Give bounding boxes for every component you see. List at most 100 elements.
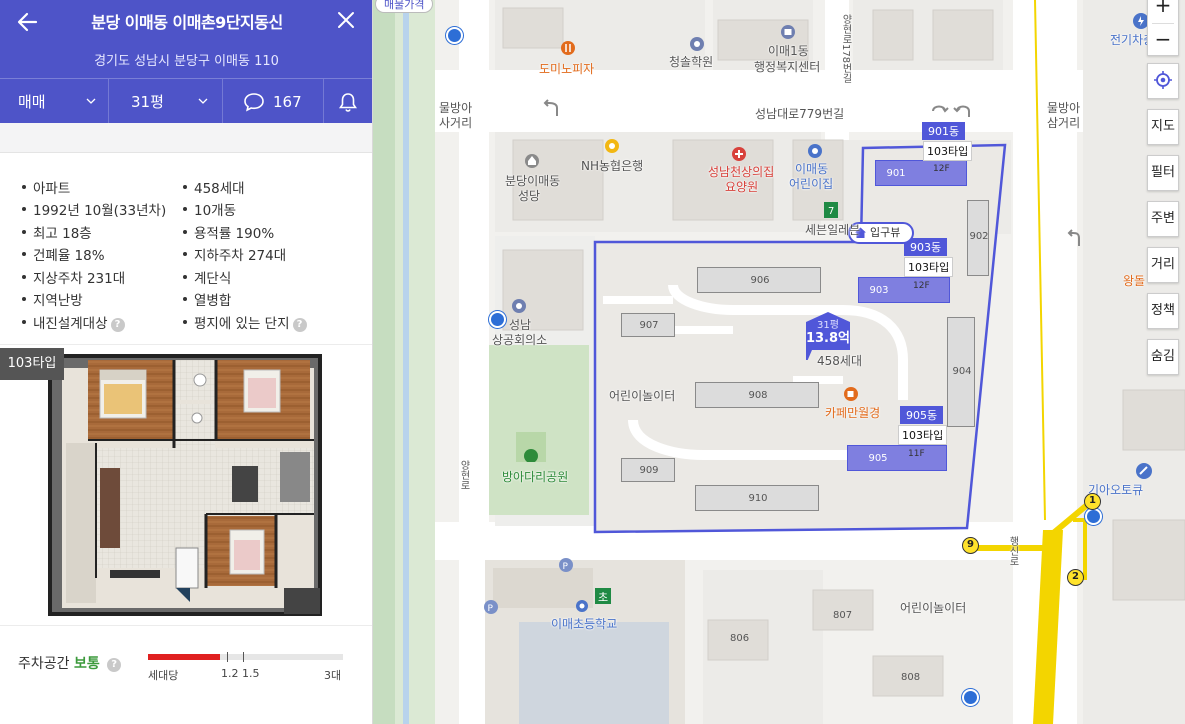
help-icon[interactable]: ? (107, 658, 122, 672)
zoom-in-button[interactable]: + (1148, 0, 1178, 23)
building-907[interactable]: 907 (621, 313, 675, 337)
poi-kindergarten-b: 어린이집 (789, 177, 834, 191)
bus-stop-icon[interactable] (962, 689, 979, 706)
area-select[interactable]: 31평 (109, 79, 222, 124)
floor-905: 11F (908, 449, 925, 459)
fact-item: 지상주차 231대 (21, 267, 125, 287)
notification-button[interactable] (324, 79, 372, 124)
fact-item-seismic: 내진설계대상? (22, 312, 125, 332)
parking-lot-icon: P (484, 600, 498, 614)
poi-wangdol[interactable]: 왕돌 (1123, 272, 1145, 289)
app-root: 분당 이매동 이매촌9단지동신 경기도 성남시 분당구 이매동 110 매매 3… (0, 0, 1185, 724)
header-filter-bar: 매매 31평 167 (0, 78, 372, 124)
turn-arrow-icon (1067, 229, 1080, 246)
poi-nursing-home-b: 요양원 (725, 180, 759, 194)
road-yanghyeon-178: 양현로178번길 (840, 14, 851, 84)
section-gap (0, 123, 372, 153)
building-902[interactable]: 902 (967, 200, 989, 276)
label-mulbang-left-b: 사거리 (439, 116, 473, 130)
metro-exit-2[interactable]: 2 (1067, 569, 1084, 586)
floorplan-type-badge[interactable]: 103타입 (0, 348, 64, 380)
my-location-button[interactable] (1147, 63, 1179, 99)
hospital-icon (732, 147, 746, 161)
building-807: 807 (833, 610, 853, 621)
map-view[interactable]: 906 907 908 909 910 902 904 901 903 905 … (373, 0, 1185, 724)
bus-stop-icon[interactable] (489, 311, 506, 328)
comments-button[interactable]: 167 (223, 79, 323, 124)
fact-item: 지역난방 (22, 289, 83, 309)
poi-cheongsol[interactable]: 청솔학원 (669, 53, 713, 70)
u-turn-icon (543, 99, 558, 116)
road-kunsim: 행신로 (1007, 536, 1018, 566)
poi-imae-school[interactable]: 이매초등학교 (551, 615, 617, 632)
building-906[interactable]: 906 (697, 267, 821, 293)
parking-section: 주차공간 보통 ? 세대당 1.2 1.5 3대 (0, 625, 372, 724)
policy-button[interactable]: 정책 (1147, 293, 1179, 329)
parking-bar (148, 652, 343, 662)
panel-header: 분당 이매동 이매촌9단지동신 경기도 성남시 분당구 이매동 110 매매 3… (0, 0, 372, 124)
bus-stop-icon[interactable] (446, 27, 463, 44)
floorplan-section: 103타입 (0, 348, 373, 620)
u-turn-icon (932, 105, 970, 117)
trade-type-select[interactable]: 매매 (0, 79, 108, 124)
building-808: 808 (901, 672, 921, 683)
help-icon[interactable]: ? (292, 318, 307, 332)
dong-tag-901[interactable]: 901동 (922, 122, 966, 140)
poi-imae1[interactable]: 이매1동 (768, 42, 809, 59)
hide-button[interactable]: 숨김 (1147, 339, 1179, 375)
road-seongnam: 성남대로779번길 (755, 107, 845, 121)
help-icon[interactable]: ? (110, 318, 125, 332)
fact-item: 아파트 (21, 177, 70, 197)
building-910[interactable]: 910 (695, 485, 819, 511)
metro-exit-1[interactable]: 1 (1084, 493, 1101, 510)
fact-item-label: 평지에 있는 단지 (194, 316, 290, 332)
poi-cafe[interactable]: 카페만월경 (825, 404, 880, 421)
parking-scale-marks: 1.2 1.5 (221, 667, 260, 680)
nearby-button[interactable]: 주변 (1147, 201, 1179, 237)
fact-item: 지하주차 274대 (182, 244, 286, 264)
poi-nh-bank[interactable]: NH농협은행 (581, 157, 643, 174)
type-tag-903: 103타입 (904, 257, 954, 277)
svg-text:P: P (488, 604, 494, 614)
bus-stop-icon[interactable] (1085, 508, 1102, 525)
close-icon[interactable] (334, 8, 358, 32)
label-playground-in: 어린이놀이터 (609, 389, 676, 403)
parking-scale-right: 3대 (324, 669, 342, 682)
building-903[interactable]: 903 (858, 277, 950, 303)
building-904[interactable]: 904 (947, 317, 975, 427)
complex-title: 분당 이매동 이매촌9단지동신 (91, 13, 283, 32)
floorplan-image[interactable] (0, 348, 373, 620)
chevron-down-icon (198, 98, 208, 104)
speech-bubble-icon (244, 93, 264, 112)
divider (0, 344, 372, 345)
poi-7eleven[interactable]: 세븐일레븐 (805, 221, 860, 238)
cafe-icon (844, 387, 858, 401)
price-layer-badge[interactable]: 매물가격 (375, 0, 434, 13)
kindergarten-icon (808, 144, 822, 158)
building-806: 806 (730, 633, 750, 644)
chevron-down-icon (86, 98, 96, 104)
type-tag-901: 103타입 (923, 141, 973, 161)
zoom-out-button[interactable]: − (1148, 24, 1178, 56)
parking-tick (243, 652, 244, 662)
fact-item: 열병합 (182, 289, 231, 309)
map-type-button[interactable]: 지도 (1147, 109, 1179, 145)
zoom-controls: + − (1147, 0, 1179, 56)
poi-chamber-b: 상공회의소 (492, 333, 548, 347)
poi-domino[interactable]: 도미노피자 (539, 60, 594, 77)
dong-tag-905[interactable]: 905동 (900, 406, 944, 424)
building-901[interactable]: 901 (875, 160, 967, 186)
fact-item: 458세대 (183, 177, 245, 197)
building-909[interactable]: 909 (621, 458, 675, 482)
filter-button[interactable]: 필터 (1147, 155, 1179, 191)
metro-exit-9[interactable]: 9 (962, 537, 979, 554)
building-908[interactable]: 908 (695, 382, 819, 408)
building-905[interactable]: 905 (847, 445, 947, 471)
car-service-icon (1136, 463, 1152, 479)
poi-imae1-center: 행정복지센터 (754, 60, 821, 74)
church-icon (525, 154, 539, 168)
school-icon (576, 600, 588, 612)
distance-button[interactable]: 거리 (1147, 247, 1179, 283)
poi-bangadari-park[interactable]: 방아다리공원 (502, 468, 568, 485)
back-arrow-icon[interactable] (14, 8, 42, 36)
